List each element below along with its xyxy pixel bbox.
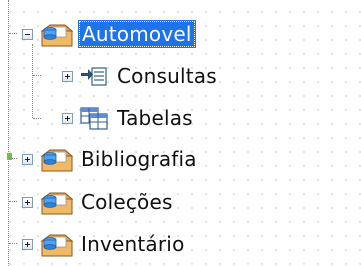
tree-node-label: Consultas xyxy=(117,64,217,88)
tree-connector-line xyxy=(8,0,9,266)
tree-node-label: Automovel xyxy=(78,20,196,48)
tree-connector-branch xyxy=(33,75,41,76)
tree-node-label: Coleções xyxy=(81,190,173,214)
tree-connector-branch xyxy=(9,33,17,34)
expand-toggle-icon[interactable] xyxy=(62,70,73,82)
queries-icon xyxy=(81,67,107,86)
collapse-toggle-icon[interactable] xyxy=(22,28,33,40)
database-icon xyxy=(40,234,74,257)
tree-node-label: Inventário xyxy=(81,232,185,256)
database-icon xyxy=(40,24,74,47)
tree-connector-line-inner xyxy=(32,44,33,118)
tree-node-label: Tabelas xyxy=(117,106,193,130)
database-icon xyxy=(40,192,74,215)
tree-node-bibliografia[interactable]: Bibliografia xyxy=(22,143,199,175)
tree-node-consultas[interactable]: Consultas xyxy=(62,60,219,92)
tree-node-tabelas[interactable]: Tabelas xyxy=(62,102,195,134)
tree-connector-branch xyxy=(9,243,17,244)
tree-node-inventario[interactable]: Inventário xyxy=(22,228,187,260)
expand-toggle-icon[interactable] xyxy=(22,238,33,250)
tree-node-colecoes[interactable]: Coleções xyxy=(22,186,175,218)
tree-connector-branch xyxy=(9,158,17,159)
tree-node-automovel[interactable]: Automovel xyxy=(22,18,196,50)
tree-node-label: Bibliografia xyxy=(81,147,197,171)
tree-connector-branch xyxy=(33,118,41,119)
expand-toggle-icon[interactable] xyxy=(22,153,33,165)
tree-connector-branch xyxy=(9,201,17,202)
expand-toggle-icon[interactable] xyxy=(62,112,73,124)
expand-toggle-icon[interactable] xyxy=(22,196,33,208)
tables-icon xyxy=(80,107,108,130)
tree-view-panel: Automovel Consultas Tabelas Bibliografia… xyxy=(0,0,361,266)
database-icon xyxy=(40,149,74,172)
